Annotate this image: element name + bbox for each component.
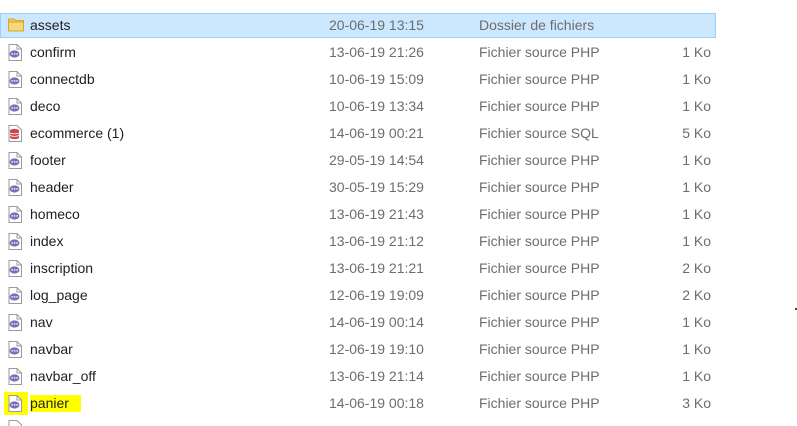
file-row-deco[interactable]: deco 10-06-19 13:34 Fichier source PHP 1 Ko xyxy=(0,93,797,120)
file-name[interactable]: panier xyxy=(30,395,81,412)
file-type: Fichier source PHP xyxy=(479,260,600,276)
file-modified-date: 14-06-19 00:14 xyxy=(329,314,424,330)
file-name[interactable]: confirm xyxy=(30,44,76,61)
file-size: 1 Ko xyxy=(682,368,711,384)
php-file-icon xyxy=(8,260,22,277)
file-modified-date: 12-06-19 19:10 xyxy=(329,341,424,357)
file-row-index[interactable]: index 13-06-19 21:12 Fichier source PHP 1 K… xyxy=(0,228,797,255)
php-file-icon xyxy=(8,206,22,223)
file-modified-date: 20-06-19 13:15 xyxy=(329,17,424,33)
file-modified-date: 30-05-19 15:29 xyxy=(329,179,424,195)
file-name[interactable]: index xyxy=(30,233,63,250)
file-name[interactable]: nav xyxy=(30,314,53,331)
php-file-icon xyxy=(8,368,22,385)
file-name[interactable]: connectdb xyxy=(30,71,95,88)
file-modified-date: 14-06-19 00:18 xyxy=(329,395,424,411)
file-type: Fichier source PHP xyxy=(479,98,600,114)
file-name[interactable]: assets xyxy=(30,17,70,34)
file-size: 1 Ko xyxy=(682,44,711,60)
file-row-confirm[interactable]: confirm 13-06-19 21:26 Fichier source PHP 1… xyxy=(0,39,797,66)
file-row-log-page[interactable]: log_page 12-06-19 19:09 Fichier source PHP… xyxy=(0,282,797,309)
file-row-panier[interactable]: panier 14-06-19 00:18 Fichier source PHP 3 … xyxy=(0,390,797,417)
file-row-footer[interactable]: footer 29-05-19 14:54 Fichier source PHP 1 … xyxy=(0,147,797,174)
file-row-nav[interactable]: nav 14-06-19 00:14 Fichier source PHP 1 Ko xyxy=(0,309,797,336)
php-file-icon xyxy=(8,98,22,115)
file-modified-date: 13-06-19 21:26 xyxy=(329,44,424,60)
file-modified-date: 10-06-19 13:34 xyxy=(329,98,424,114)
file-type: Fichier source PHP xyxy=(479,179,600,195)
file-name[interactable]: deco xyxy=(30,98,60,115)
file-name[interactable]: navbar xyxy=(30,341,73,358)
php-file-icon xyxy=(8,395,22,412)
file-type: Fichier source PHP xyxy=(479,314,600,330)
file-modified-date: 29-05-19 14:54 xyxy=(329,152,424,168)
file-size: 1 Ko xyxy=(682,152,711,168)
file-type: Fichier source PHP xyxy=(479,233,600,249)
file-type: Fichier source PHP xyxy=(479,71,600,87)
file-size: 1 Ko xyxy=(682,206,711,222)
file-size: 5 Ko xyxy=(682,125,711,141)
file-list: assets 20-06-19 13:15 Dossier de fichiers c… xyxy=(0,12,797,417)
file-type: Fichier source PHP xyxy=(479,287,600,303)
file-type: Fichier source PHP xyxy=(479,44,600,60)
file-modified-date: 12-06-19 19:09 xyxy=(329,287,424,303)
file-size: 2 Ko xyxy=(682,260,711,276)
file-size: 1 Ko xyxy=(682,314,711,330)
file-name[interactable]: ecommerce (1) xyxy=(30,125,124,142)
file-row-navbar[interactable]: navbar 12-06-19 19:10 Fichier source PHP 1 … xyxy=(0,336,797,363)
file-modified-date: 10-06-19 15:09 xyxy=(329,71,424,87)
file-type: Fichier source PHP xyxy=(479,395,600,411)
file-size: 1 Ko xyxy=(682,98,711,114)
file-type: Fichier source PHP xyxy=(479,341,600,357)
file-name[interactable]: homeco xyxy=(30,206,80,223)
file-name[interactable]: navbar_off xyxy=(30,368,96,385)
file-type: Fichier source PHP xyxy=(479,206,600,222)
file-name[interactable]: header xyxy=(30,179,74,196)
file-name[interactable]: footer xyxy=(30,152,66,169)
php-file-icon xyxy=(8,420,22,426)
file-type: Dossier de fichiers xyxy=(479,17,595,33)
file-name[interactable]: inscription xyxy=(30,260,93,277)
file-size: 2 Ko xyxy=(682,287,711,303)
file-row-header[interactable]: header 30-05-19 15:29 Fichier source PHP 1 … xyxy=(0,174,797,201)
file-size: 1 Ko xyxy=(682,71,711,87)
folder-icon xyxy=(8,17,24,34)
partial-list-item[interactable] xyxy=(0,420,797,426)
php-file-icon xyxy=(8,314,22,331)
sql-file-icon xyxy=(8,125,22,142)
file-modified-date: 13-06-19 21:14 xyxy=(329,368,424,384)
file-row-connectdb[interactable]: connectdb 10-06-19 15:09 Fichier source PH… xyxy=(0,66,797,93)
file-type: Fichier source PHP xyxy=(479,152,600,168)
php-file-icon xyxy=(8,179,22,196)
file-modified-date: 14-06-19 00:21 xyxy=(329,125,424,141)
file-name[interactable]: log_page xyxy=(30,287,88,304)
php-file-icon xyxy=(8,71,22,88)
file-size: 3 Ko xyxy=(682,395,711,411)
file-row-navbar-off[interactable]: navbar_off 13-06-19 21:14 Fichier source P… xyxy=(0,363,797,390)
php-file-icon xyxy=(8,341,22,358)
file-size: 1 Ko xyxy=(682,341,711,357)
php-file-icon xyxy=(8,44,22,61)
file-modified-date: 13-06-19 21:12 xyxy=(329,233,424,249)
file-size: 1 Ko xyxy=(682,179,711,195)
file-type: Fichier source SQL xyxy=(479,125,599,141)
file-type: Fichier source PHP xyxy=(479,368,600,384)
file-row-inscription[interactable]: inscription 13-06-19 21:21 Fichier source … xyxy=(0,255,797,282)
file-size: 1 Ko xyxy=(682,233,711,249)
file-modified-date: 13-06-19 21:43 xyxy=(329,206,424,222)
php-file-icon xyxy=(8,287,22,304)
php-file-icon xyxy=(8,233,22,250)
file-row-ecommerce-1-[interactable]: ecommerce (1) 14-06-19 00:21 Fichier sourc… xyxy=(0,120,797,147)
php-file-icon xyxy=(8,152,22,169)
file-modified-date: 13-06-19 21:21 xyxy=(329,260,424,276)
file-row-assets[interactable]: assets 20-06-19 13:15 Dossier de fichiers xyxy=(0,12,797,39)
file-row-homeco[interactable]: homeco 13-06-19 21:43 Fichier source PHP 1 … xyxy=(0,201,797,228)
